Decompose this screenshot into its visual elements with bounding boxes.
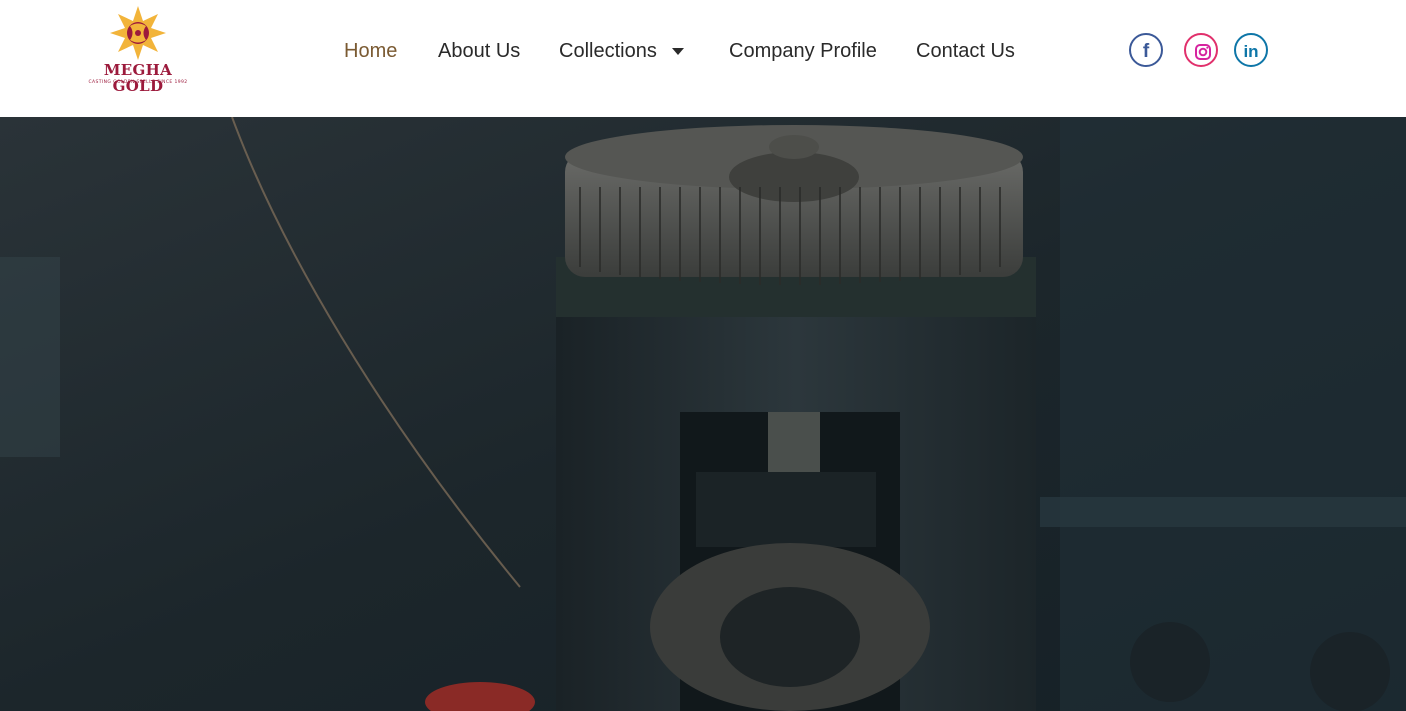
hero-banner-image bbox=[0, 117, 1406, 711]
nav-home[interactable]: Home bbox=[344, 38, 397, 64]
linkedin-link[interactable]: in bbox=[1234, 33, 1268, 67]
nav-about-us[interactable]: About Us bbox=[438, 38, 520, 64]
nav-company-profile[interactable]: Company Profile bbox=[729, 38, 877, 64]
collections-dropdown-caret-icon[interactable] bbox=[672, 48, 684, 55]
logo-emblem-icon bbox=[110, 6, 166, 60]
instagram-icon bbox=[1186, 35, 1216, 65]
site-header: MEGHA GOLD CASTING GOLDEN SPELLS SINCE 1… bbox=[0, 0, 1406, 117]
nav-collections[interactable]: Collections bbox=[559, 38, 657, 64]
facebook-icon: f bbox=[1142, 41, 1150, 62]
facebook-link[interactable]: f bbox=[1129, 33, 1163, 67]
brand-logo[interactable]: MEGHA GOLD CASTING GOLDEN SPELLS SINCE 1… bbox=[84, 4, 192, 94]
instagram-link[interactable] bbox=[1184, 33, 1218, 67]
linkedin-icon: in bbox=[1243, 42, 1259, 61]
brand-name: MEGHA GOLD bbox=[103, 61, 173, 95]
brand-tagline: CASTING GOLDEN SPELLS SINCE 1992 bbox=[88, 80, 188, 85]
nav-contact-us[interactable]: Contact Us bbox=[916, 38, 1015, 64]
